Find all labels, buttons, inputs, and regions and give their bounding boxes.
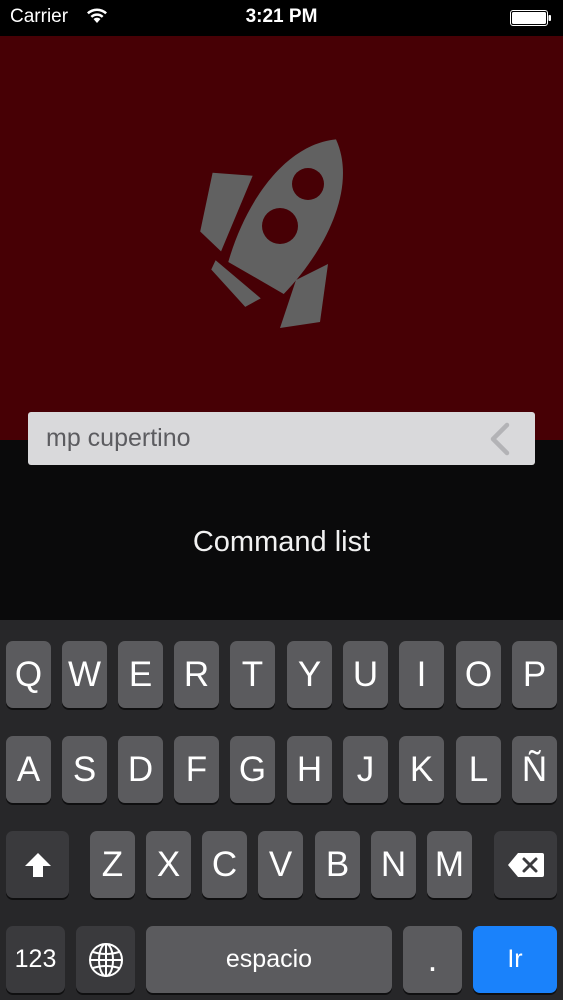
key-m[interactable]: M	[427, 831, 472, 898]
status-time: 3:21 PM	[245, 6, 318, 27]
key-n-tilde[interactable]: Ñ	[512, 736, 557, 803]
period-key[interactable]: .	[403, 926, 462, 993]
space-key[interactable]: espacio	[146, 926, 392, 993]
globe-key[interactable]	[76, 926, 135, 993]
search-input[interactable]	[46, 412, 476, 465]
numbers-key[interactable]: 123	[6, 926, 65, 993]
key-x[interactable]: X	[146, 831, 191, 898]
back-chevron-icon[interactable]	[485, 422, 515, 456]
key-y[interactable]: Y	[287, 641, 332, 708]
key-n[interactable]: N	[371, 831, 416, 898]
backspace-key[interactable]	[494, 831, 557, 898]
key-g[interactable]: G	[230, 736, 275, 803]
battery-icon	[510, 10, 551, 26]
key-q[interactable]: Q	[6, 641, 51, 708]
backspace-icon	[507, 852, 544, 877]
search-field[interactable]	[28, 412, 535, 465]
shift-key[interactable]	[6, 831, 69, 898]
key-d[interactable]: D	[118, 736, 163, 803]
key-j[interactable]: J	[343, 736, 388, 803]
key-h[interactable]: H	[287, 736, 332, 803]
key-o[interactable]: O	[456, 641, 501, 708]
key-v[interactable]: V	[258, 831, 303, 898]
key-e[interactable]: E	[118, 641, 163, 708]
key-t[interactable]: T	[230, 641, 275, 708]
globe-icon	[88, 942, 123, 977]
go-key[interactable]: Ir	[473, 926, 557, 993]
key-r[interactable]: R	[174, 641, 219, 708]
key-k[interactable]: K	[399, 736, 444, 803]
key-z[interactable]: Z	[90, 831, 135, 898]
key-l[interactable]: L	[456, 736, 501, 803]
key-f[interactable]: F	[174, 736, 219, 803]
key-u[interactable]: U	[343, 641, 388, 708]
shift-icon	[24, 852, 51, 877]
key-b[interactable]: B	[315, 831, 360, 898]
key-i[interactable]: I	[399, 641, 444, 708]
key-s[interactable]: S	[62, 736, 107, 803]
key-w[interactable]: W	[62, 641, 107, 708]
key-c[interactable]: C	[202, 831, 247, 898]
keyboard: Q W E R T Y U I O P A S D F G H J K L Ñ …	[0, 620, 563, 1000]
key-a[interactable]: A	[6, 736, 51, 803]
key-p[interactable]: P	[512, 641, 557, 708]
rocket-icon	[200, 139, 343, 328]
command-list-label[interactable]: Command list	[0, 526, 563, 559]
status-bar: Carrier 3:21 PM	[0, 0, 563, 36]
